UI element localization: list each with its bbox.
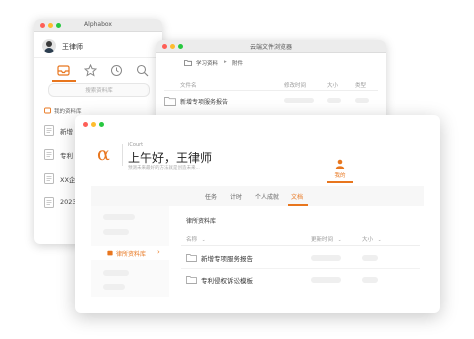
document-icon — [44, 149, 54, 160]
star-icon[interactable] — [84, 64, 97, 77]
history-icon[interactable] — [110, 64, 123, 77]
sidebar-placeholder — [103, 214, 135, 220]
profile-button[interactable]: 我的 — [332, 159, 348, 181]
sidebar-placeholder — [103, 284, 125, 290]
window-title: Alphabox — [84, 21, 112, 28]
column-header-type[interactable]: 类型 — [355, 81, 366, 89]
divider — [181, 245, 420, 246]
column-header-size[interactable]: 大小 ⌄ — [362, 235, 382, 243]
my-library-label[interactable]: 我的资料库 — [54, 107, 82, 115]
document-icon — [44, 197, 54, 208]
file-name: 新增专项服务报告 — [180, 99, 229, 106]
sort-icon: ⌄ — [201, 238, 206, 243]
document-icon — [44, 125, 54, 136]
file-name: 专利侵权诉讼模板 — [201, 277, 253, 285]
panel-title: 律所资料库 — [186, 218, 217, 225]
folder-icon — [186, 276, 197, 284]
active-nav-indicator — [52, 80, 76, 82]
breadcrumb-item[interactable]: 学习资料 — [196, 59, 218, 67]
icourt-titlebar — [75, 115, 440, 133]
table-row[interactable]: 专利侵权诉讼模板 — [181, 273, 420, 287]
avatar[interactable] — [42, 39, 56, 53]
size-placeholder — [362, 255, 378, 261]
window-controls — [83, 122, 104, 127]
sidebar-placeholder — [103, 270, 129, 276]
table-row[interactable]: 新增专项服务报告 — [181, 251, 420, 265]
folder-icon — [184, 60, 192, 66]
folder-icon — [186, 254, 197, 262]
search-icon[interactable] — [136, 64, 149, 77]
brand-label: iCourt — [128, 142, 144, 148]
sidebar-item-firm-library[interactable]: 律所资料库 › — [91, 246, 169, 260]
modified-placeholder — [284, 98, 314, 103]
sidebar-placeholder — [103, 229, 129, 235]
divider — [34, 57, 162, 58]
folder-icon — [164, 97, 176, 106]
document-icon — [44, 173, 54, 184]
greeting: 上午好，王律师 — [128, 151, 213, 165]
tab-documents[interactable]: 文档 — [291, 192, 303, 201]
sort-icon: ⌄ — [377, 238, 382, 243]
size-placeholder — [327, 98, 341, 103]
updated-placeholder — [311, 277, 341, 283]
column-header-size[interactable]: 大小 — [327, 81, 338, 89]
column-header-name[interactable]: 名称 ⌄ — [186, 235, 206, 243]
file-name: 新增专项服务报告 — [201, 255, 253, 263]
greeting-subtitle: 预测未来最好的方法就是创造未来... — [128, 166, 200, 171]
icourt-window: α iCourt 上午好，王律师 预测未来最好的方法就是创造未来... 我的 任… — [75, 115, 440, 313]
close-button[interactable] — [83, 122, 88, 127]
updated-placeholder — [311, 255, 341, 261]
column-header-updated[interactable]: 更新时间 ⌄ — [311, 235, 342, 243]
breadcrumb-separator: ▸ — [224, 59, 227, 65]
divider — [122, 144, 123, 166]
alpha-logo-icon: α — [97, 143, 110, 165]
divider — [164, 90, 378, 91]
breadcrumb-item[interactable]: 附件 — [232, 59, 243, 67]
tab-achievements[interactable]: 个人成就 — [255, 192, 279, 201]
tab-bar: 任务 计时 个人成就 文档 — [91, 186, 424, 206]
active-indicator — [327, 181, 353, 183]
search-input[interactable]: 搜索资料库 — [48, 83, 150, 97]
alphabox-titlebar: Alphabox — [34, 19, 162, 32]
window-title: 云端文件浏览器 — [249, 44, 292, 51]
table-row[interactable]: 新增专项服务报告 — [156, 94, 386, 108]
size-placeholder — [362, 277, 378, 283]
sort-icon: ⌄ — [337, 238, 342, 243]
type-placeholder — [355, 98, 369, 103]
file-browser-titlebar: 云端文件浏览器 — [156, 40, 386, 53]
tab-active-underline — [288, 204, 308, 206]
user-icon — [335, 159, 345, 169]
minimize-button[interactable] — [91, 122, 96, 127]
user-name: 王律师 — [62, 43, 83, 51]
sidebar: 律所资料库 › — [91, 206, 169, 297]
zoom-button[interactable] — [99, 122, 104, 127]
chevron-right-icon: › — [157, 248, 160, 256]
column-header-filename[interactable]: 文件名 — [180, 81, 197, 89]
tab-timing[interactable]: 计时 — [230, 192, 242, 201]
tab-tasks[interactable]: 任务 — [205, 192, 217, 201]
inbox-icon[interactable] — [57, 64, 70, 77]
column-header-modified[interactable]: 修改时间 — [284, 81, 306, 89]
divider — [181, 268, 420, 269]
library-icon — [44, 107, 51, 114]
library-icon — [107, 250, 113, 256]
